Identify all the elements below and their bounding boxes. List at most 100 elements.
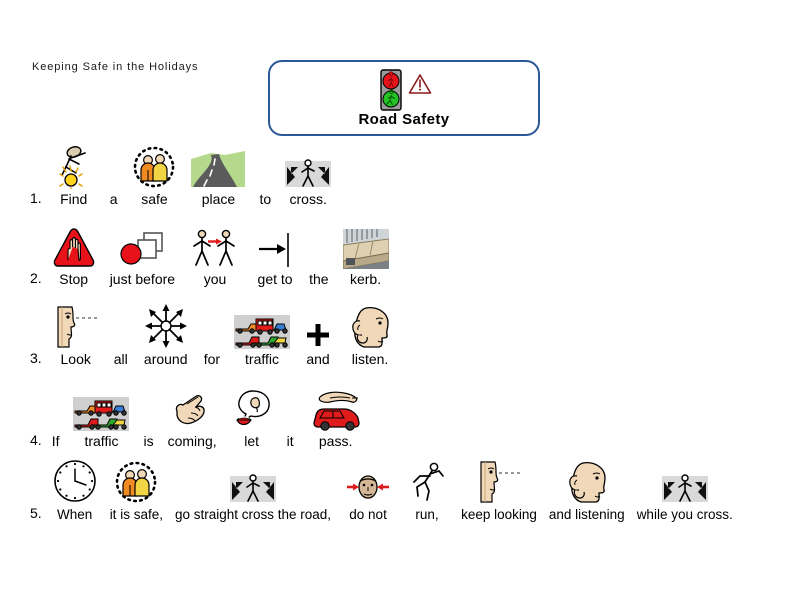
word-cell-just-before: just before [110, 223, 175, 287]
word-cell-a: a [110, 143, 118, 207]
line-number: 4. [30, 432, 42, 448]
word-cell-if: If [52, 385, 60, 449]
road-landscape-icon [191, 143, 246, 189]
sentence-row-4: 4. If traffic is coming, let it pass. [30, 385, 364, 449]
word-cell-place: place [191, 143, 246, 207]
warning-triangle-icon [408, 73, 432, 95]
traffic-light-icon [376, 68, 406, 111]
word-text: let [244, 433, 260, 449]
word-cell-the: the [309, 223, 328, 287]
face-looking-profile-icon [52, 303, 100, 349]
word-cell-let: let [231, 385, 273, 449]
word-cell-listen: listen. [346, 303, 394, 367]
word-cell-for: for [204, 303, 220, 367]
word-cell-is: is [143, 385, 153, 449]
word-cell-keep-looking: keep looking [461, 458, 537, 522]
word-text: cross. [289, 191, 327, 207]
word-text: Look [60, 351, 91, 367]
sentence-row-1: 1. Find a safe place to cross. [30, 143, 332, 207]
face-red-arrows-do-not-icon [343, 458, 393, 504]
word-text: If [51, 433, 60, 449]
word-cell-kerb: kerb. [342, 223, 389, 287]
arrow-to-line-icon [255, 223, 295, 269]
pointing-hand-coming-icon [169, 385, 215, 431]
word-text: to [259, 191, 272, 207]
word-cell-cross: cross. [285, 143, 332, 207]
word-text: When [57, 507, 93, 522]
running-figure-icon [405, 458, 449, 504]
word-cell-and-listening: and listening [549, 458, 625, 522]
word-text: Find [60, 191, 88, 207]
line-number: 3. [30, 350, 42, 366]
word-text: safe [141, 191, 168, 207]
word-cell-do-not: do not [343, 458, 393, 522]
page-title: Keeping Safe in the Holidays [32, 61, 199, 73]
mouth-speech-let-icon [231, 385, 273, 431]
word-cell-run: run, [405, 458, 449, 522]
word-text: Stop [59, 271, 89, 287]
line-number: 1. [30, 190, 42, 206]
word-text: traffic [245, 351, 280, 367]
two-people-dotted-circle-icon [131, 143, 177, 189]
word-cell-and: and [304, 303, 332, 367]
word-text: keep looking [461, 507, 537, 522]
two-people-dotted-circle-icon [113, 458, 159, 504]
sentence-row-3: 3. Look all around for traffic and liste… [30, 303, 394, 367]
word-cell-when: When [52, 458, 98, 522]
circle-before-squares-icon [116, 223, 168, 269]
word-text: is [143, 433, 154, 449]
word-cell-around: around [142, 303, 190, 367]
word-cell-safe: safe [131, 143, 177, 207]
word-cell-traffic: traffic [234, 303, 291, 367]
word-text: around [143, 351, 188, 367]
word-cell-traffic: traffic [73, 385, 130, 449]
word-text: coming, [167, 433, 217, 449]
header-title: Road Safety [358, 110, 450, 128]
word-cell-you: you [189, 223, 241, 287]
pedestrian-crossing-icon [285, 143, 332, 189]
word-cell-go-straight-cross-road: go straight cross the road, [175, 458, 331, 522]
word-text: the [309, 271, 329, 287]
word-text: kerb. [349, 271, 382, 287]
word-cell-look: Look [52, 303, 100, 367]
word-text: a [109, 191, 118, 207]
kerb-pavement-icon [342, 223, 389, 269]
word-text: you [203, 271, 227, 287]
word-cell-it: it [287, 385, 294, 449]
word-text: run, [415, 507, 439, 522]
word-text: and [306, 351, 330, 367]
sentence-row-5: 5. When it is safe, go straight cross th… [30, 458, 745, 522]
pedestrian-crossing-icon [230, 458, 277, 504]
face-looking-profile-icon [475, 458, 523, 504]
two-figures-arrow-icon [189, 223, 241, 269]
road-safety-header-box: Road Safety [268, 60, 540, 136]
word-text: it [286, 433, 294, 449]
word-text: go straight cross the road, [174, 507, 332, 522]
word-text: listen. [351, 351, 389, 367]
word-text: just before [109, 271, 176, 287]
head-hand-to-ear-icon [563, 458, 611, 504]
word-text: place [201, 191, 236, 207]
word-text: for [203, 351, 221, 367]
word-text: pass. [318, 433, 353, 449]
word-text: and listening [548, 507, 625, 522]
word-text: while you cross. [636, 507, 733, 522]
word-cell-pass: pass. [308, 385, 364, 449]
word-cell-to: to [259, 143, 271, 207]
word-cell-find: Find [52, 143, 96, 207]
header-symbol-row [376, 68, 432, 111]
pedestrian-crossing-icon [661, 458, 708, 504]
word-cell-while-you-cross: while you cross. [637, 458, 733, 522]
traffic-vehicles-icon [73, 385, 130, 431]
word-cell-get-to: get to [255, 223, 295, 287]
find-person-light-icon [52, 143, 96, 189]
red-triangle-hand-stop-icon [52, 223, 96, 269]
line-number: 2. [30, 270, 42, 286]
hand-over-red-car-icon [308, 385, 364, 431]
word-text: get to [257, 271, 293, 287]
word-text: all [113, 351, 128, 367]
radiating-arrows-icon [142, 303, 190, 349]
word-cell-all: all [114, 303, 128, 367]
line-number: 5. [30, 505, 42, 521]
plus-sign-icon [304, 303, 332, 349]
